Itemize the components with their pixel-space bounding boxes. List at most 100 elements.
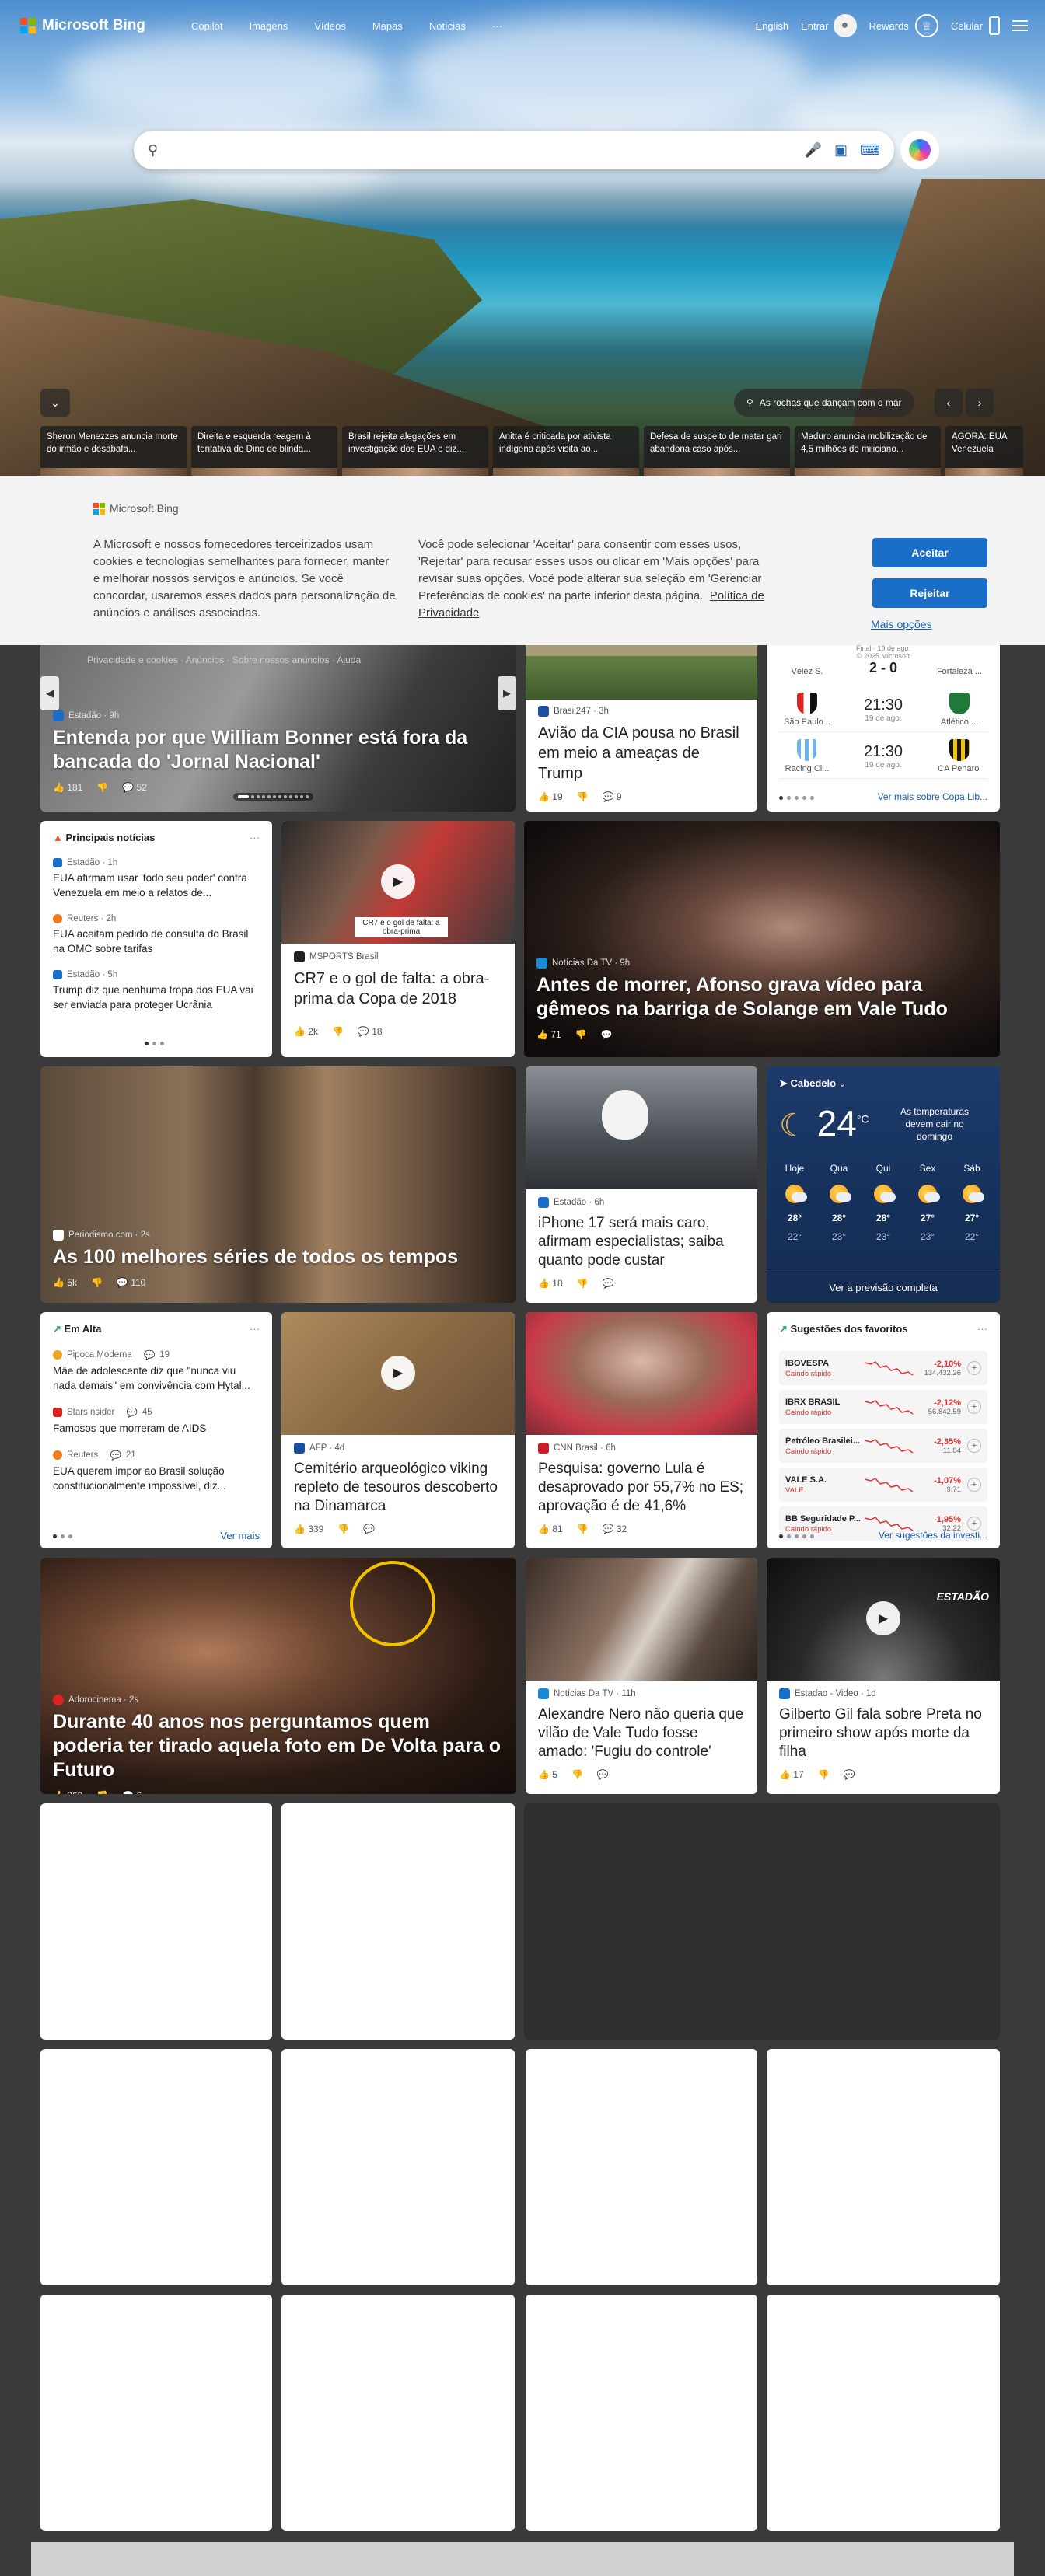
pager-dots[interactable] bbox=[145, 1042, 164, 1045]
add-to-watchlist-button[interactable]: + bbox=[967, 1517, 981, 1531]
comment-button[interactable]: 💬 bbox=[603, 1278, 614, 1289]
more-options-icon[interactable]: ··· bbox=[250, 1323, 260, 1335]
bing-logo[interactable]: Microsoft Bing bbox=[20, 17, 145, 34]
comment-button[interactable]: 💬 32 bbox=[603, 1524, 627, 1534]
list-item[interactable]: Estadão · 5h Trump diz que nenhuma tropa … bbox=[53, 970, 260, 1012]
play-icon[interactable]: ▶ bbox=[381, 864, 415, 899]
nav-images[interactable]: Imagens bbox=[249, 20, 288, 32]
forecast-day[interactable]: Sáb 27° 22° bbox=[952, 1163, 992, 1242]
dislike-button[interactable]: 👎 bbox=[96, 782, 108, 793]
carousel-next-button[interactable]: ▶ bbox=[498, 676, 516, 710]
ticker-item[interactable]: Maduro anuncia mobilização de 4,5 milhõe… bbox=[795, 426, 941, 476]
pager-dots[interactable] bbox=[779, 796, 814, 800]
like-button[interactable]: 👍 2k bbox=[294, 1026, 318, 1037]
signin-button[interactable]: Entrar ● bbox=[801, 14, 857, 37]
ticker-item[interactable]: Anitta é criticada por ativista indígena… bbox=[493, 426, 639, 476]
list-item[interactable]: Reuters · 2h EUA aceitam pedido de consul… bbox=[53, 914, 260, 956]
nav-copilot[interactable]: Copilot bbox=[191, 20, 222, 32]
more-options-link[interactable]: Mais opções bbox=[871, 618, 932, 630]
add-to-watchlist-button[interactable]: + bbox=[967, 1439, 981, 1453]
featured-news-backtothefuture[interactable]: Adorocinema · 2s Durante 40 anos nos per… bbox=[40, 1558, 516, 1794]
keyboard-icon[interactable]: ⌨ bbox=[860, 142, 880, 159]
visual-search-icon[interactable]: ▣ bbox=[834, 142, 848, 159]
like-button[interactable]: 👍 5 bbox=[538, 1769, 557, 1780]
news-card-cia[interactable]: Brasil247 · 3h Avião da CIA pousa no Bra… bbox=[526, 645, 757, 812]
featured-news-series[interactable]: Periodismo.com · 2s As 100 melhores séri… bbox=[40, 1066, 516, 1303]
microphone-icon[interactable]: 🎤 bbox=[805, 142, 822, 159]
ticker-item[interactable]: Sheron Menezzes anuncia morte do irmão e… bbox=[40, 426, 187, 476]
sports-card[interactable]: Vélez S. Final · 19 de ago. © 2025 Micro… bbox=[767, 645, 1000, 812]
comment-button[interactable]: 💬 110 bbox=[117, 1277, 145, 1288]
weather-location[interactable]: ➤ Cabedelo ⌄ bbox=[779, 1077, 846, 1090]
more-options-icon[interactable]: ··· bbox=[977, 1323, 987, 1335]
like-button[interactable]: 👍 5k bbox=[53, 1277, 77, 1288]
ticker-item[interactable]: Defesa de suspeito de matar gari abandon… bbox=[644, 426, 790, 476]
dislike-button[interactable]: 👎 bbox=[577, 1278, 589, 1289]
nav-news[interactable]: Notícias bbox=[429, 20, 466, 32]
dislike-button[interactable]: 👎 bbox=[91, 1277, 103, 1288]
like-button[interactable]: 👍 181 bbox=[53, 782, 82, 793]
menu-icon[interactable] bbox=[1012, 20, 1028, 31]
forecast-day[interactable]: Qua 28° 23° bbox=[819, 1163, 859, 1242]
accept-button[interactable]: Aceitar bbox=[872, 538, 987, 567]
more-options-icon[interactable]: ··· bbox=[250, 832, 260, 843]
image-location[interactable]: ⚲ As rochas que dançam com o mar bbox=[734, 389, 914, 417]
stock-row[interactable]: IBOVESPA Caindo rápido -2,10% 134.432,26 + bbox=[779, 1351, 987, 1385]
see-more-link[interactable]: Ver mais bbox=[220, 1530, 260, 1541]
like-button[interactable]: 👍 81 bbox=[538, 1524, 563, 1534]
dislike-button[interactable]: 👎 bbox=[96, 1790, 108, 1794]
like-button[interactable]: 👍 339 bbox=[294, 1524, 323, 1534]
see-more-sports-link[interactable]: Ver mais sobre Copa Lib... bbox=[878, 791, 987, 802]
weather-card[interactable]: ➤ Cabedelo ⌄ ☾ 24°C As temperaturas deve… bbox=[767, 1066, 1000, 1303]
like-button[interactable]: 👍 71 bbox=[536, 1029, 561, 1040]
featured-news-card[interactable]: Privacidade e cookies · Anúncios · Sobre… bbox=[40, 645, 516, 812]
language-link[interactable]: English bbox=[755, 20, 788, 32]
see-investment-suggestions-link[interactable]: Ver sugestões da investi... bbox=[879, 1530, 987, 1541]
list-item[interactable]: Estadão · 1h EUA afirmam usar 'todo seu p… bbox=[53, 858, 260, 900]
like-button[interactable]: 👍 18 bbox=[538, 1278, 563, 1289]
dislike-button[interactable]: 👎 bbox=[337, 1524, 349, 1534]
comment-button[interactable]: 💬 52 bbox=[122, 782, 147, 793]
dislike-button[interactable]: 👎 bbox=[577, 1524, 589, 1534]
carousel-prev-button[interactable]: ◀ bbox=[40, 676, 59, 710]
list-item[interactable]: Pipoca Moderna 💬 19 Mãe de adolescente di… bbox=[53, 1349, 260, 1393]
stock-row[interactable]: Petróleo Brasilei... Caindo rápido -2,35% 1… bbox=[779, 1429, 987, 1463]
nav-maps[interactable]: Mapas bbox=[372, 20, 403, 32]
list-item[interactable]: Reuters 💬 21 EUA querem impor ao Brasil s… bbox=[53, 1450, 260, 1493]
dislike-button[interactable]: 👎 bbox=[818, 1769, 830, 1780]
previous-image-button[interactable]: ‹ bbox=[935, 389, 963, 417]
list-item[interactable]: StarsInsider 💬 45 Famosos que morreram de… bbox=[53, 1407, 260, 1436]
phone-button[interactable]: Celular bbox=[951, 16, 1000, 35]
reject-button[interactable]: Rejeitar bbox=[872, 578, 987, 608]
add-to-watchlist-button[interactable]: + bbox=[967, 1478, 981, 1492]
play-icon[interactable]: ▶ bbox=[381, 1356, 415, 1390]
pager-dots[interactable] bbox=[779, 1534, 814, 1538]
dislike-button[interactable]: 👎 bbox=[571, 1769, 583, 1780]
add-to-watchlist-button[interactable]: + bbox=[967, 1361, 981, 1375]
next-image-button[interactable]: › bbox=[966, 389, 994, 417]
news-card-nero[interactable]: Notícias Da TV · 11h Alexandre Nero não … bbox=[526, 1558, 757, 1794]
comment-button[interactable]: 💬 bbox=[363, 1524, 375, 1534]
ticker-item[interactable]: AGORA: EUA Venezuela bbox=[945, 426, 1023, 476]
like-button[interactable]: 👍 19 bbox=[538, 791, 563, 802]
dislike-button[interactable]: 👎 bbox=[332, 1026, 344, 1037]
stock-row[interactable]: IBRX BRASIL Caindo rápido -2,12% 56.842,59 + bbox=[779, 1390, 987, 1424]
comment-button[interactable]: 💬 bbox=[601, 1029, 613, 1040]
comment-button[interactable]: 💬 bbox=[844, 1769, 855, 1780]
video-card-cr7[interactable]: CR7 e o gol de falta: a obra-prima ▶ MSP… bbox=[281, 821, 515, 1057]
rewards-button[interactable]: Rewards ♕ bbox=[869, 14, 938, 37]
copilot-button[interactable] bbox=[900, 131, 939, 169]
like-button[interactable]: 👍 369 bbox=[53, 1790, 82, 1794]
news-card-iphone[interactable]: Estadão · 6h iPhone 17 será mais caro, a… bbox=[526, 1066, 757, 1303]
forecast-day[interactable]: Hoje 28° 22° bbox=[774, 1163, 815, 1242]
add-to-watchlist-button[interactable]: + bbox=[967, 1400, 981, 1414]
nav-more[interactable]: ··· bbox=[492, 20, 502, 32]
forecast-day[interactable]: Sex 27° 23° bbox=[907, 1163, 948, 1242]
featured-news-afonso[interactable]: Notícias Da TV · 9h Antes de morrer, Afo… bbox=[524, 821, 1000, 1057]
video-card-gil[interactable]: ESTADÃO ▶ Estadao - Video · 1d Gilberto … bbox=[767, 1558, 1000, 1794]
pager-dots[interactable] bbox=[53, 1534, 72, 1538]
comment-button[interactable]: 💬 9 bbox=[603, 791, 622, 802]
like-button[interactable]: 👍 17 bbox=[779, 1769, 804, 1780]
comment-button[interactable]: 💬 bbox=[597, 1769, 609, 1780]
forecast-day[interactable]: Qui 28° 23° bbox=[863, 1163, 903, 1242]
